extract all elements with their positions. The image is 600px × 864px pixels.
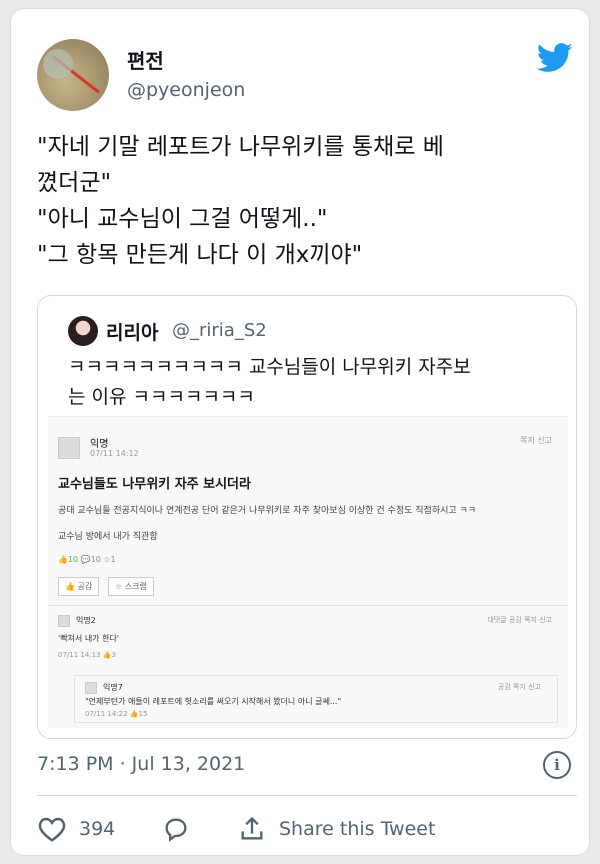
- share-label: Share this Tweet: [279, 818, 436, 840]
- quote-line: 는 이유 ㅋㅋㅋㅋㅋㅋㅋ: [68, 386, 255, 408]
- quote-author-name: 리리아: [106, 322, 159, 344]
- post-actions: 쪽지 신고: [520, 436, 552, 445]
- comment-avatar: [85, 682, 97, 694]
- author-avatar[interactable]: [37, 39, 109, 111]
- post-like-button: 👍 공감: [58, 577, 100, 596]
- like-count: 394: [79, 818, 116, 840]
- quote-line: ㅋㅋㅋㅋㅋㅋㅋㅋㅋㅋ 교수님들이 나무위키 자주보: [68, 356, 471, 378]
- heart-icon: [38, 817, 66, 842]
- post-stats: 👍10 💬10 ☆1: [58, 555, 116, 564]
- author-handle[interactable]: @pyeonjeon: [127, 79, 245, 101]
- comment-bubble-icon: [165, 818, 187, 842]
- share-button[interactable]: Share this Tweet: [237, 815, 435, 843]
- divider: [37, 795, 577, 796]
- share-upload-icon: [241, 816, 263, 840]
- quoted-tweet[interactable]: 리리아 @_riria_S2 ㅋㅋㅋㅋㅋㅋㅋㅋㅋㅋ 교수님들이 나무위키 자주보…: [37, 295, 577, 739]
- comment-divider: [48, 605, 568, 606]
- info-icon[interactable]: i: [543, 751, 571, 779]
- tweet-card: 편전 @pyeonjeon "자네 기말 레포트가 나무위키를 통채로 베 꼈더…: [10, 8, 590, 856]
- comment-meta: 07/11 14:22 👍15: [85, 710, 148, 718]
- quote-author-handle: @_riria_S2: [172, 320, 267, 341]
- post-date: 07/11 14:12: [90, 449, 139, 458]
- quoted-post-image: 익명 07/11 14:12 쪽지 신고 교수님들도 나무위키 자주 보시더라 …: [48, 416, 568, 728]
- tweet-line: 꼈더군": [37, 170, 112, 196]
- comment-text: '빡쳐서 내가 한다': [58, 634, 120, 643]
- post-avatar: [58, 437, 80, 459]
- tweet-line: "그 항목 만든게 나다 이 개x끼야": [37, 242, 363, 268]
- tweet-line: "자네 기말 레포트가 나무위키를 통채로 베: [37, 134, 444, 160]
- tweet-line: "아니 교수님이 그걸 어떻게..": [37, 206, 328, 232]
- twitter-bird-icon[interactable]: [537, 43, 573, 73]
- comment-actions: 공감 쪽지 신고: [497, 683, 541, 691]
- like-button[interactable]: 394: [37, 815, 115, 843]
- post-scrap-button: ☆ 스크랩: [108, 577, 154, 596]
- tweet-text: "자네 기말 레포트가 나무위키를 통채로 베 꼈더군" "아니 교수님이 그걸…: [37, 129, 577, 273]
- comment-actions: 대댓글 공감 쪽지 신고: [487, 616, 552, 624]
- author-name[interactable]: 편전: [127, 45, 164, 74]
- quote-text: ㅋㅋㅋㅋㅋㅋㅋㅋㅋㅋ 교수님들이 나무위키 자주보 는 이유 ㅋㅋㅋㅋㅋㅋㅋ: [68, 352, 558, 412]
- post-author: 익명: [90, 439, 109, 450]
- comment-text: "언제부턴가 애들이 레포트에 헛소리를 써오기 시작해서 봤더니 아니 글쎄.…: [85, 697, 342, 706]
- comment-avatar: [58, 615, 70, 627]
- post-body-line: 공대 교수님들 전공지식이나 연계전공 단어 같은거 나무위키로 자주 찾아보심…: [58, 506, 477, 516]
- reply-comment: 익명7 공감 쪽지 신고 "언제부턴가 애들이 레포트에 헛소리를 써오기 시작…: [74, 675, 558, 723]
- comment-author: 익명7: [103, 683, 123, 692]
- comment-meta: 07/11 14:13 👍3: [58, 651, 116, 659]
- tweet-timestamp[interactable]: 7:13 PM · Jul 13, 2021: [37, 753, 245, 775]
- reply-button[interactable]: [161, 815, 203, 843]
- post-title: 교수님들도 나무위키 자주 보시더라: [58, 477, 251, 492]
- comment-author: 익명2: [76, 616, 96, 625]
- post-body-line: 교수님 방에서 내가 직관함: [58, 532, 158, 542]
- quote-author-avatar: [68, 316, 98, 346]
